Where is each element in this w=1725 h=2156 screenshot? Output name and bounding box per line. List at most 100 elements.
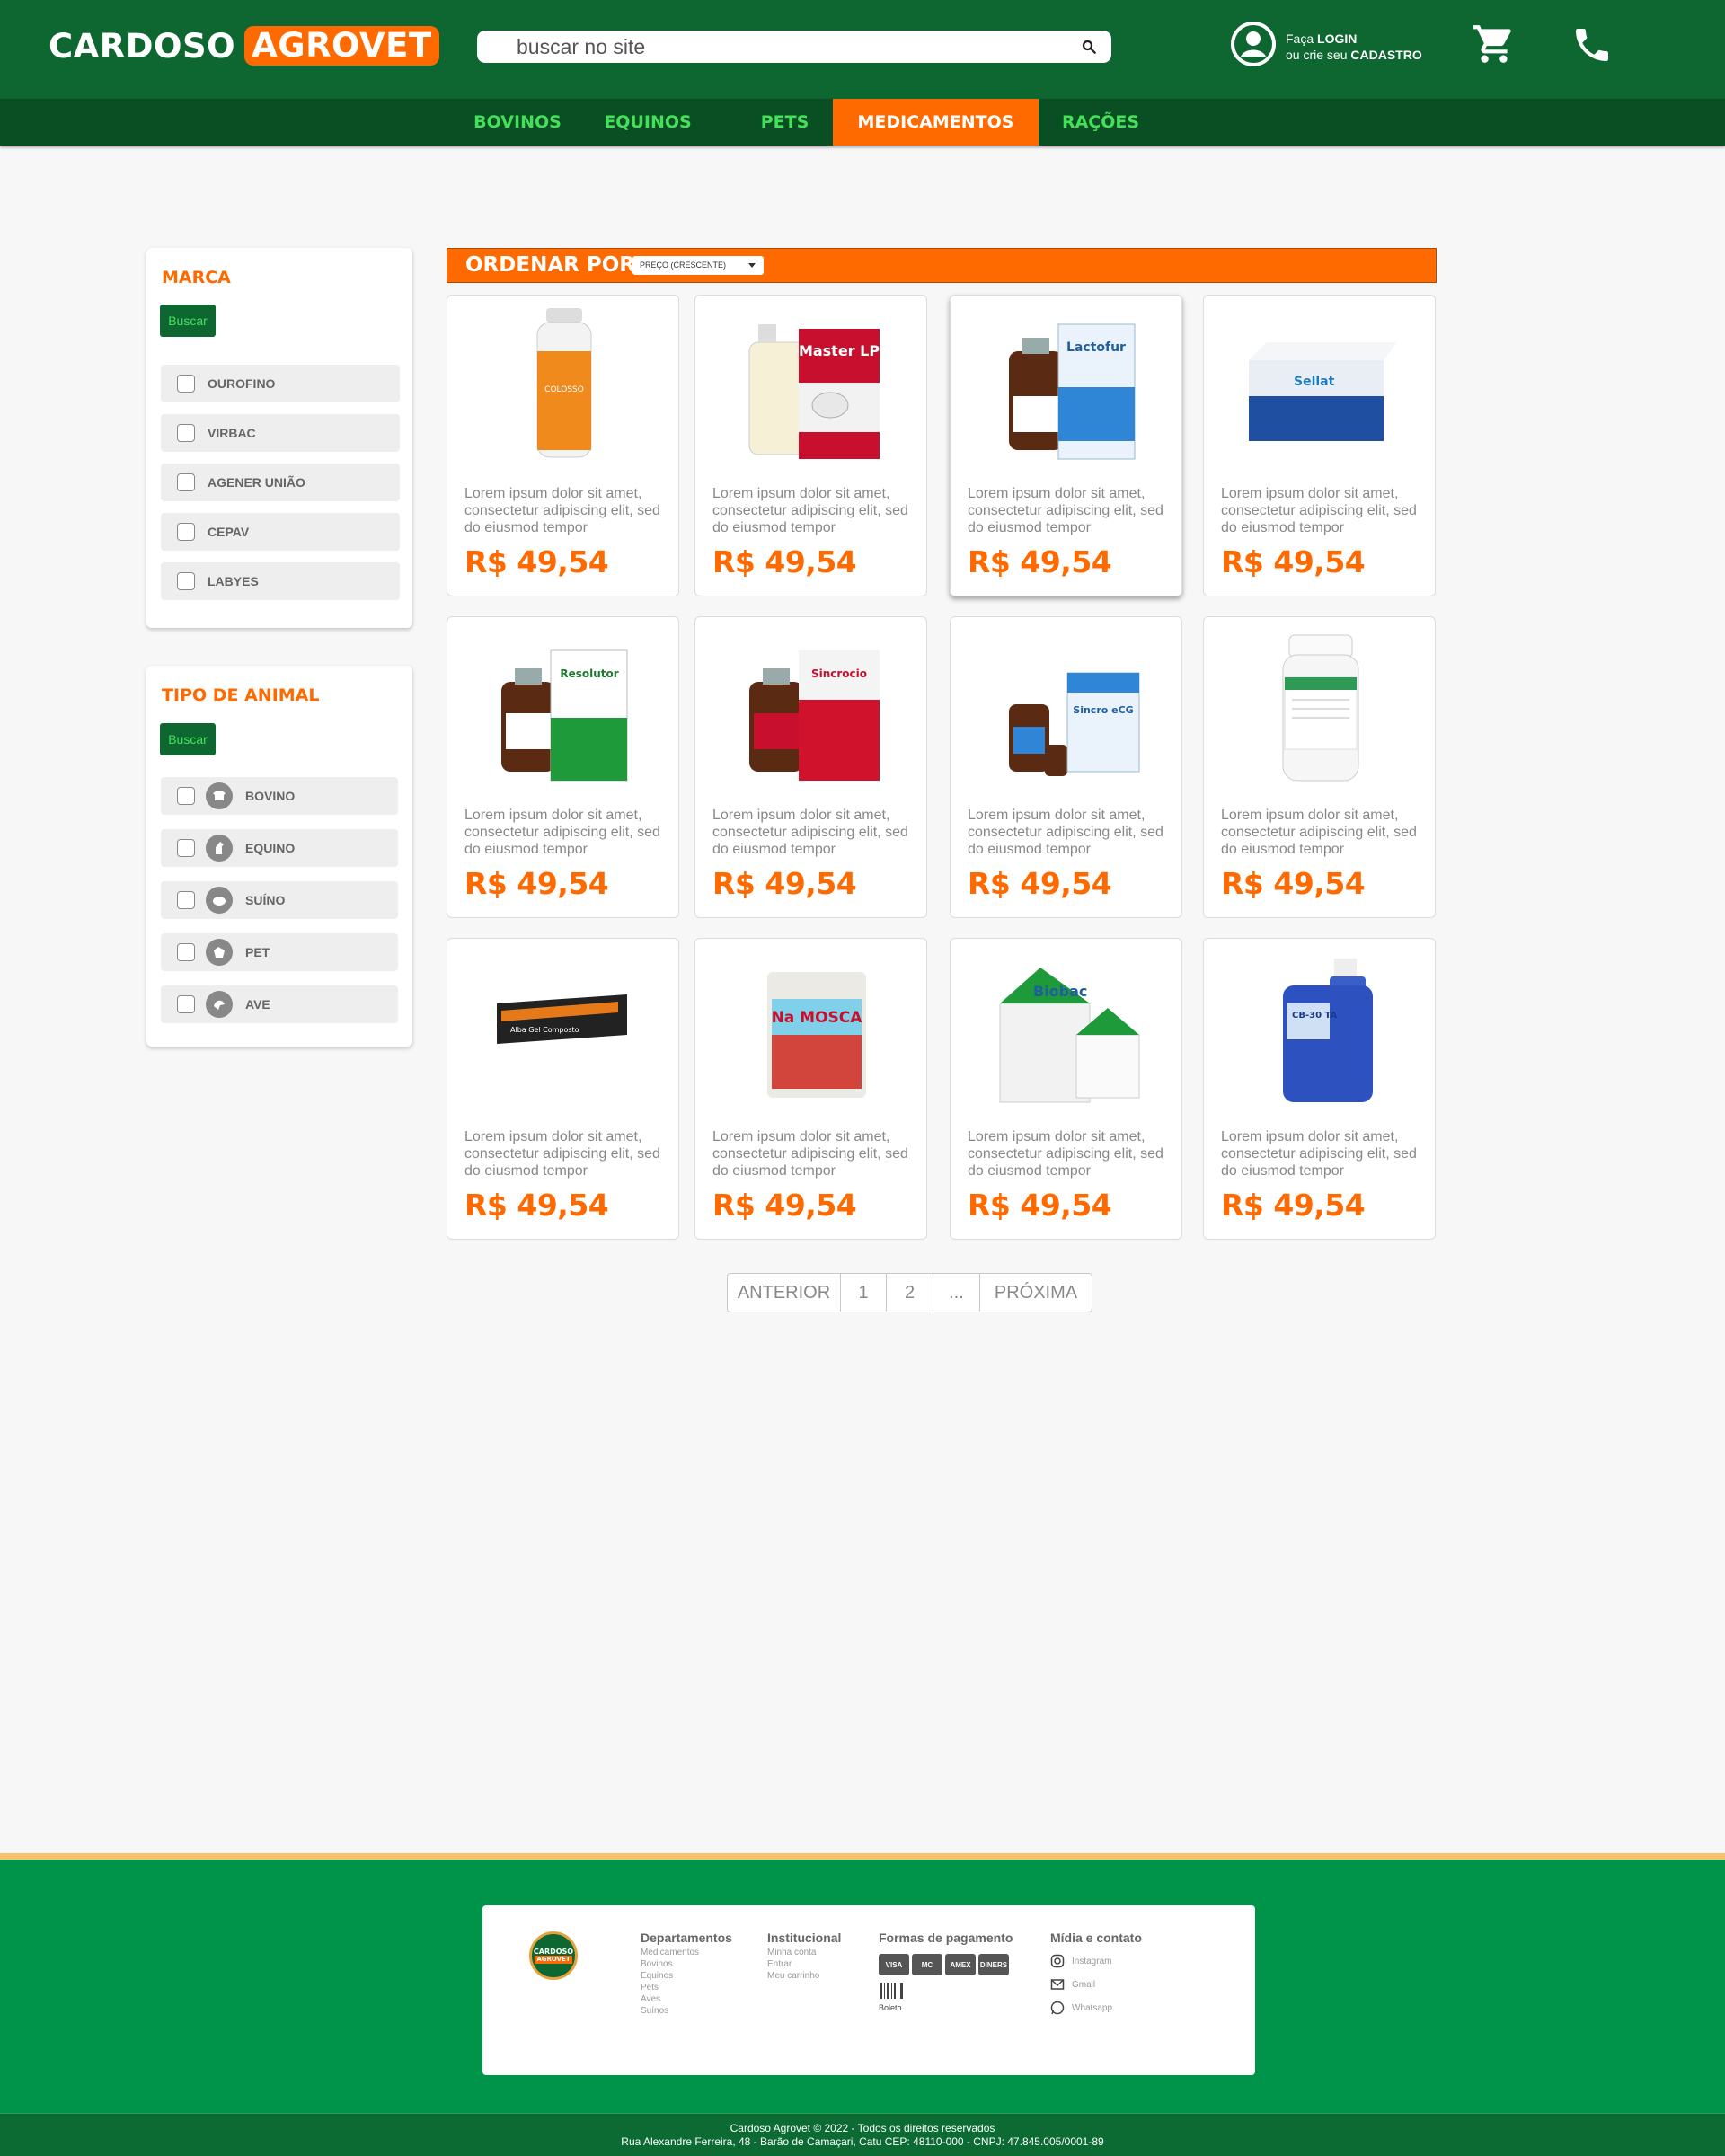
pagination-next-button[interactable]: PRÓXIMA: [980, 1274, 1092, 1312]
checkbox[interactable]: [177, 995, 195, 1013]
site-footer: CARDOSO AGROVET Departamentos Medicament…: [0, 1853, 1725, 2156]
nav-item-bovinos[interactable]: BOVINOS: [455, 99, 580, 146]
option-label: SUÍNO: [245, 893, 286, 907]
brand-option-labyes[interactable]: LABYES: [161, 562, 400, 600]
search-icon[interactable]: [1066, 31, 1111, 63]
bird-icon: [206, 991, 233, 1018]
product-price: R$ 49,54: [464, 866, 609, 901]
product-card[interactable]: Na MOSCA Lorem ipsum dolor sit amet, con…: [694, 938, 927, 1240]
product-image: Lactofur: [1009, 323, 1136, 460]
pagination: ANTERIOR 1 2 ... PRÓXIMA: [727, 1273, 1092, 1312]
footer-link[interactable]: Bovinos: [641, 1958, 732, 1970]
nav-item-racoes[interactable]: RAÇÕES: [1039, 99, 1163, 146]
footer-link[interactable]: Suínos: [641, 2005, 732, 2017]
cart-icon[interactable]: [1472, 22, 1517, 71]
footer-link[interactable]: Equinos: [641, 1970, 732, 1982]
whatsapp-link[interactable]: Whatsapp: [1050, 2001, 1142, 2015]
checkbox[interactable]: [177, 839, 195, 857]
product-price: R$ 49,54: [968, 1188, 1112, 1223]
checkbox[interactable]: [177, 787, 195, 805]
site-logo[interactable]: CARDOSO AGROVET: [49, 25, 439, 66]
checkbox[interactable]: [177, 523, 195, 541]
brand-option-ourofino[interactable]: OUROFINO: [161, 365, 400, 402]
brand-option-agener-uniao[interactable]: AGENER UNIÃO: [161, 464, 400, 501]
footer-link[interactable]: Pets: [641, 1982, 732, 1993]
animal-option-bovino[interactable]: BOVINO: [161, 777, 398, 815]
footer-col-title: Institucional: [767, 1931, 842, 1945]
animal-option-suino[interactable]: SUÍNO: [161, 881, 398, 919]
footer-departamentos: Departamentos Medicamentos Bovinos Equin…: [641, 1931, 732, 2017]
brand-option-virbac[interactable]: VIRBAC: [161, 414, 400, 452]
option-label: AGENER UNIÃO: [208, 475, 305, 490]
product-card[interactable]: Resolutor Lorem ipsum dolor sit amet, co…: [447, 616, 679, 918]
whatsapp-icon: [1050, 2001, 1065, 2015]
product-card[interactable]: Lorem ipsum dolor sit amet, consectetur …: [1203, 616, 1436, 918]
product-card[interactable]: Sincro eCG Lorem ipsum dolor sit amet, c…: [950, 616, 1182, 918]
sort-select[interactable]: PREÇO (CRESCENTE): [632, 256, 764, 275]
pagination-ellipsis[interactable]: ...: [933, 1274, 980, 1312]
checkbox[interactable]: [177, 424, 195, 442]
product-card[interactable]: Biobac Lorem ipsum dolor sit amet, conse…: [950, 938, 1182, 1240]
animal-option-pet[interactable]: PET: [161, 933, 398, 971]
search-input[interactable]: [477, 31, 1066, 63]
instagram-icon: [1050, 1954, 1065, 1968]
checkbox[interactable]: [177, 473, 195, 491]
pagination-page-1[interactable]: 1: [841, 1274, 887, 1312]
pagination-prev-button[interactable]: ANTERIOR: [728, 1274, 841, 1312]
product-image: [1282, 634, 1359, 782]
product-brand-label: Resolutor: [560, 667, 618, 680]
pagination-page-2[interactable]: 2: [887, 1274, 933, 1312]
animal-search-button[interactable]: Buscar: [160, 723, 216, 755]
footer-link[interactable]: Aves: [641, 1993, 732, 2005]
footer-col-title: Formas de pagamento: [879, 1931, 1013, 1945]
phone-icon[interactable]: [1570, 23, 1614, 71]
product-description: Lorem ipsum dolor sit amet, consectetur …: [464, 1129, 660, 1179]
option-label: CEPAV: [208, 525, 250, 539]
animal-option-ave[interactable]: AVE: [161, 985, 398, 1023]
animal-option-equino[interactable]: EQUINO: [161, 829, 398, 867]
brand-option-cepav[interactable]: CEPAV: [161, 513, 400, 551]
gmail-link[interactable]: Gmail: [1050, 1977, 1142, 1992]
checkbox[interactable]: [177, 943, 195, 961]
product-image: Sincrocio: [749, 650, 880, 781]
option-label: VIRBAC: [208, 426, 256, 440]
product-image: COLOSSO: [536, 308, 592, 458]
product-price: R$ 49,54: [1221, 866, 1366, 901]
footer-link[interactable]: Medicamentos: [641, 1947, 732, 1958]
brand-search-button[interactable]: Buscar: [160, 305, 216, 337]
checkbox[interactable]: [177, 891, 195, 909]
checkbox[interactable]: [177, 375, 195, 393]
product-brand-label: Lactofur: [1066, 340, 1126, 355]
social-label: Instagram: [1072, 1956, 1112, 1966]
product-price: R$ 49,54: [968, 544, 1112, 579]
footer-link[interactable]: Meu carrinho: [767, 1970, 841, 1982]
product-card[interactable]: COLOSSO Lorem ipsum dolor sit amet, cons…: [447, 295, 679, 596]
product-card[interactable]: Sincrocio Lorem ipsum dolor sit amet, co…: [694, 616, 927, 918]
sort-label: ORDENAR POR: [465, 253, 635, 277]
footer-link[interactable]: Minha conta: [767, 1947, 841, 1958]
nav-item-equinos[interactable]: EQUINOS: [585, 99, 711, 146]
nav-item-pets[interactable]: PETS: [724, 99, 845, 146]
login-link[interactable]: Faça LOGIN ou crie seu CADASTRO: [1230, 21, 1422, 72]
footer-logo[interactable]: CARDOSO AGROVET: [529, 1931, 578, 1980]
product-description: Lorem ipsum dolor sit amet, consectetur …: [1221, 1129, 1417, 1179]
instagram-link[interactable]: Instagram: [1050, 1954, 1142, 1968]
product-brand-label: Sincro eCG: [1073, 704, 1133, 716]
product-description: Lorem ipsum dolor sit amet, consectetur …: [1221, 486, 1417, 535]
footer-link[interactable]: Entrar: [767, 1958, 841, 1970]
product-card[interactable]: CB-30 TA Lorem ipsum dolor sit amet, con…: [1203, 938, 1436, 1240]
nav-item-medicamentos[interactable]: MEDICAMENTOS: [833, 99, 1039, 146]
product-card[interactable]: Lactofur Lorem ipsum dolor sit amet, con…: [950, 295, 1182, 596]
product-price: R$ 49,54: [712, 1188, 857, 1223]
product-price: R$ 49,54: [464, 1188, 609, 1223]
product-card[interactable]: Alba Gel Composto Lorem ipsum dolor sit …: [447, 938, 679, 1240]
brand-filter-panel: MARCA Buscar OUROFINO VIRBAC AGENER UNIÃ…: [146, 248, 412, 628]
product-card[interactable]: Sellat Lorem ipsum dolor sit amet, conse…: [1203, 295, 1436, 596]
product-description: Lorem ipsum dolor sit amet, consectetur …: [1221, 808, 1417, 857]
product-card[interactable]: Master LP Lorem ipsum dolor sit amet, co…: [694, 295, 927, 596]
login-bold: LOGIN: [1317, 31, 1358, 46]
footer-logo-cardoso: CARDOSO: [533, 1948, 574, 1956]
footer-pagamento: Formas de pagamento VISA MC AMEX DINERS Bol…: [879, 1931, 1013, 2012]
checkbox[interactable]: [177, 572, 195, 590]
mail-icon: [1050, 1979, 1065, 1990]
